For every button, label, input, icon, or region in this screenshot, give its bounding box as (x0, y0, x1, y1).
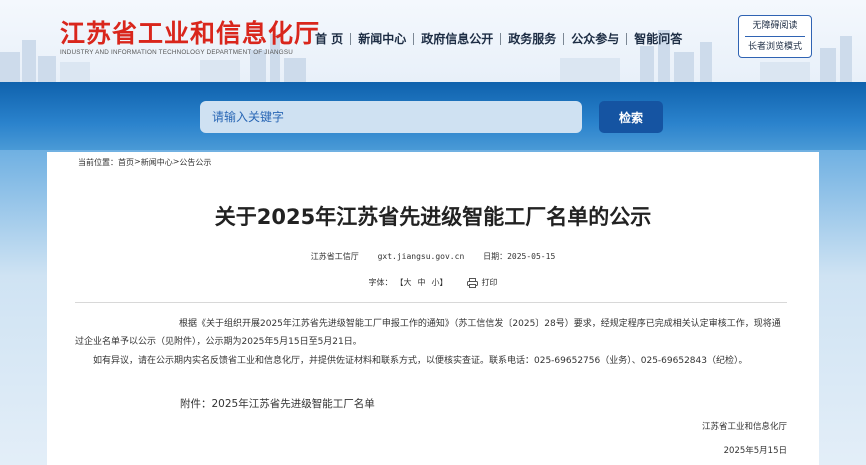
breadcrumb-label: 当前位置： (78, 158, 118, 167)
article-paragraph-2: 如有异议，请在公示期内实名反馈省工业和信息化厅，并提供佐证材料和联系方式，以便核… (93, 356, 748, 366)
accessibility-box: 无障碍阅读 长者浏览模式 (738, 15, 812, 58)
font-size-medium[interactable]: 中 (418, 277, 426, 288)
font-size-small[interactable]: 小】 (432, 277, 448, 288)
article-title: 关于2025年江苏省先进级智能工厂名单的公示 (214, 205, 652, 229)
nav-home[interactable]: 首 页 (308, 30, 350, 47)
article-panel (47, 152, 819, 465)
main-nav: 首 页 新闻中心 政府信息公开 政务服务 公众参与 智能问答 (308, 30, 689, 47)
font-size-large[interactable]: 【大 (396, 277, 412, 288)
nav-news-center[interactable]: 新闻中心 (351, 30, 413, 47)
nav-smart-qa[interactable]: 智能问答 (627, 30, 689, 47)
elder-mode-button[interactable]: 长者浏览模式 (739, 37, 811, 57)
breadcrumb: 当前位置： 首页 > 新闻中心 > 公告公示 (78, 157, 211, 168)
search-input[interactable] (200, 101, 582, 133)
date-label: 日期： (483, 252, 508, 261)
article-site: gxt.jiangsu.gov.cn (377, 252, 465, 261)
article-source: 江苏省工信厅 (310, 252, 359, 261)
signature-organization: 江苏省工业和信息化厅 (701, 422, 787, 432)
search-button[interactable]: 检索 (599, 101, 663, 133)
breadcrumb-announcements[interactable]: 公告公示 (179, 157, 211, 168)
date-value: 2025-05-15 (507, 252, 556, 261)
content-divider (75, 302, 787, 303)
article-paragraph-1: 根据《关于组织开展2025年江苏省先进级智能工厂申报工作的通知》（苏工信信发〔2… (75, 319, 781, 347)
breadcrumb-news-center[interactable]: 新闻中心 (141, 157, 173, 168)
attachment-link[interactable]: 附件：2025年江苏省先进级智能工厂名单 (180, 396, 375, 411)
signature-date: 2025年5月15日 (723, 446, 787, 456)
article-meta: 江苏省工信厅 gxt.jiangsu.gov.cn 日期：2025-05-15 (47, 251, 819, 262)
breadcrumb-separator: > (134, 157, 141, 166)
nav-gov-services[interactable]: 政务服务 (501, 30, 563, 47)
font-size-controls: 字体： 【大 中 小】 打印 (47, 277, 819, 288)
print-button[interactable]: 打印 (466, 277, 498, 288)
article-date: 日期：2025-05-15 (483, 252, 555, 261)
site-logo-subtitle: INDUSTRY AND INFORMATION TECHNOLOGY DEPA… (60, 49, 293, 56)
site-header: 江苏省工业和信息化厅 INDUSTRY AND INFORMATION TECH… (0, 0, 866, 82)
nav-gov-info-disclosure[interactable]: 政府信息公开 (414, 30, 500, 47)
print-label: 打印 (481, 278, 498, 287)
font-size-label: 字体： (368, 278, 393, 287)
barrier-free-reading-button[interactable]: 无障碍阅读 (739, 16, 811, 36)
breadcrumb-separator: > (172, 157, 180, 166)
breadcrumb-home[interactable]: 首页 (118, 157, 134, 168)
site-logo-title[interactable]: 江苏省工业和信息化厅 (60, 14, 320, 50)
nav-public-participation[interactable]: 公众参与 (564, 30, 626, 47)
printer-icon (466, 277, 478, 288)
